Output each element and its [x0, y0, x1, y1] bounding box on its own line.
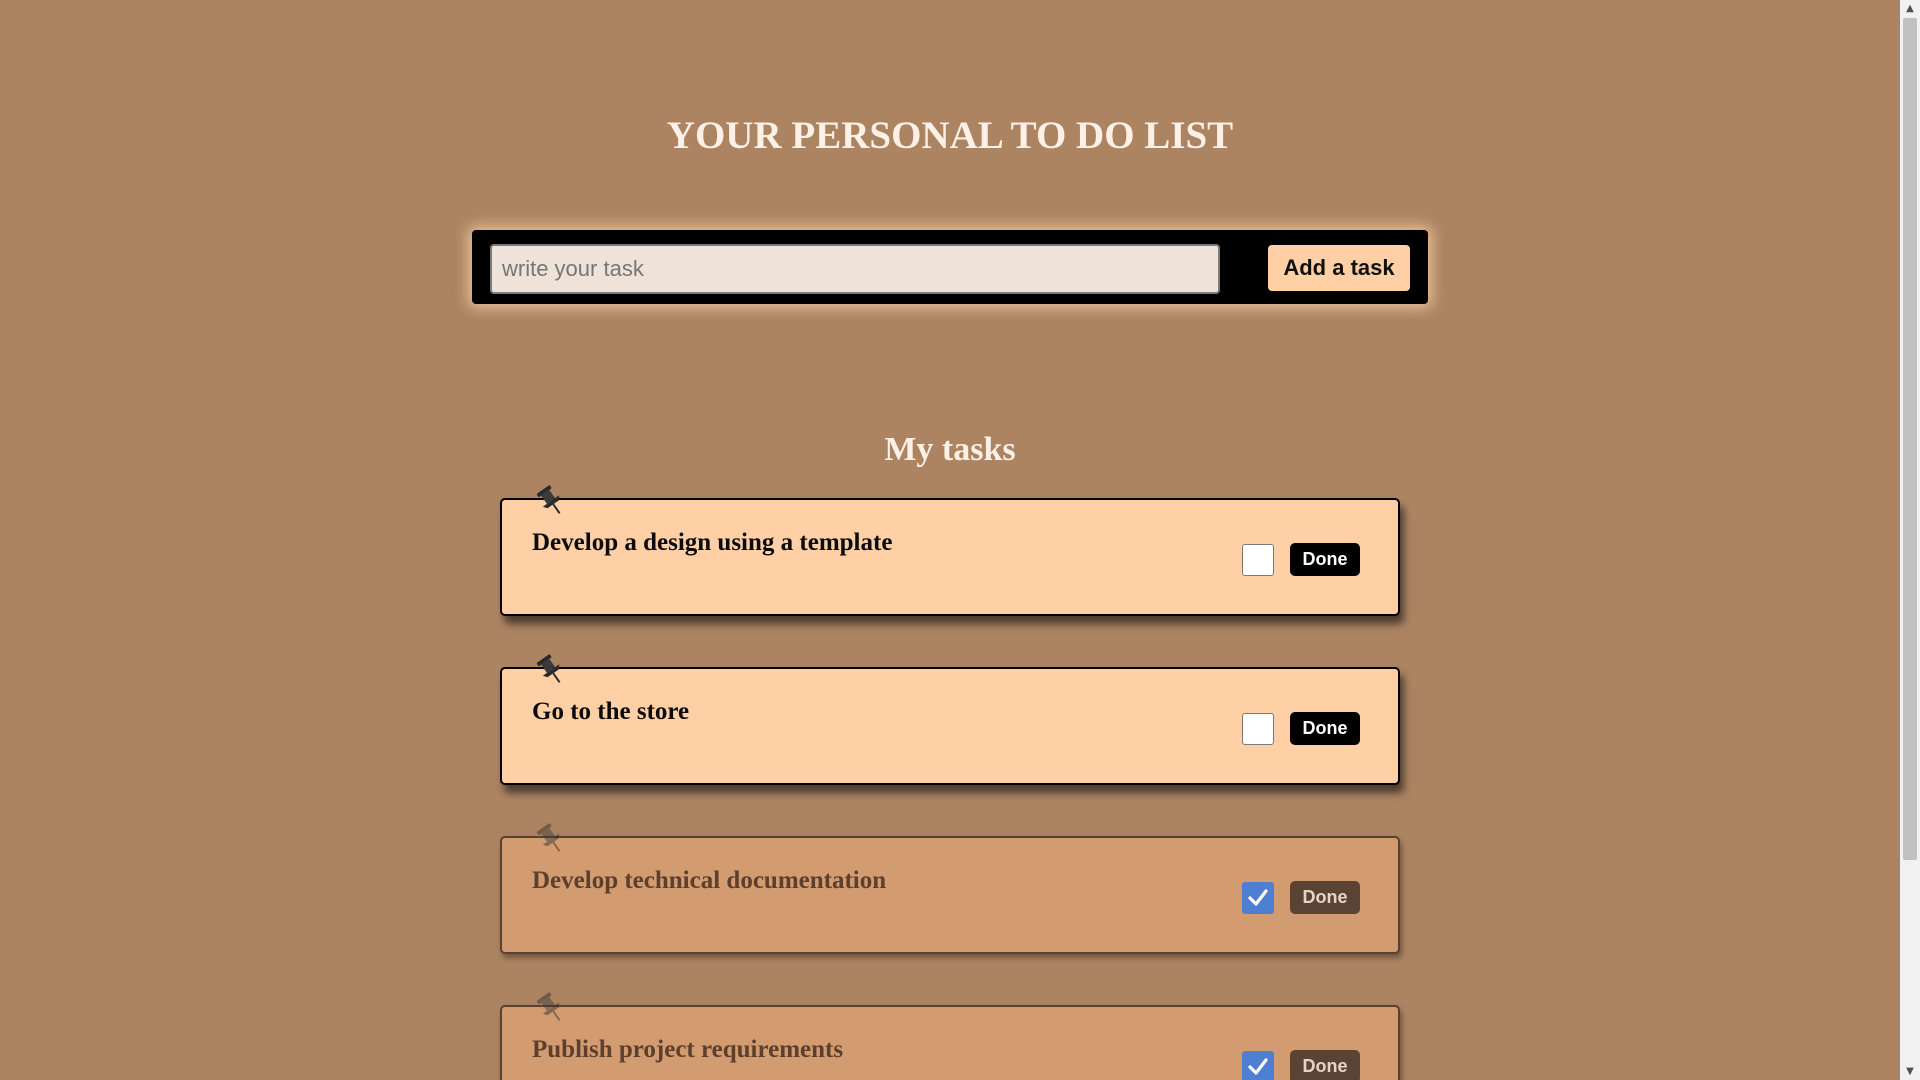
- task-card-completed: Publish project requirements Done: [500, 992, 1400, 1080]
- done-button[interactable]: Done: [1290, 543, 1360, 576]
- scroll-up-arrow-icon[interactable]: ▲: [1900, 0, 1920, 17]
- done-button[interactable]: Done: [1290, 881, 1360, 914]
- task-card: Develop a design using a template Done: [500, 485, 1400, 616]
- task-checkbox-checked[interactable]: [1242, 882, 1274, 914]
- task-card: Go to the store Done: [500, 654, 1400, 785]
- task-text: Go to the store: [532, 698, 690, 725]
- task-text: Develop a design using a template: [532, 529, 893, 556]
- task-checkbox[interactable]: [1242, 713, 1274, 745]
- page-title: YOUR PERSONAL TO DO LIST: [666, 114, 1234, 157]
- pushpin-icon: [536, 992, 561, 1021]
- checkmark-icon: [1248, 1058, 1268, 1075]
- pushpin-icon: [536, 485, 561, 514]
- task-text: Develop technical documentation: [532, 867, 887, 894]
- add-task-bar: Add a task: [472, 230, 1428, 304]
- done-button[interactable]: Done: [1290, 1050, 1360, 1080]
- my-tasks-heading: My tasks: [884, 431, 1016, 468]
- task-input[interactable]: [490, 244, 1220, 294]
- add-task-button[interactable]: Add a task: [1268, 245, 1410, 291]
- task-checkbox[interactable]: [1242, 544, 1274, 576]
- scroll-down-arrow-icon[interactable]: ▼: [1900, 1063, 1920, 1080]
- task-checkbox-checked[interactable]: [1242, 1051, 1274, 1080]
- todo-page: YOUR PERSONAL TO DO LIST Add a task My t…: [0, 0, 1900, 1080]
- task-card-completed: Develop technical documentation Done: [500, 823, 1400, 954]
- task-text: Publish project requirements: [532, 1036, 844, 1063]
- scrollbar-thumb[interactable]: [1903, 18, 1917, 860]
- pushpin-icon: [536, 654, 561, 683]
- vertical-scrollbar[interactable]: ▲ ▼: [1900, 0, 1920, 1080]
- checkmark-icon: [1248, 889, 1268, 906]
- done-button[interactable]: Done: [1290, 712, 1360, 745]
- pushpin-icon: [536, 823, 561, 852]
